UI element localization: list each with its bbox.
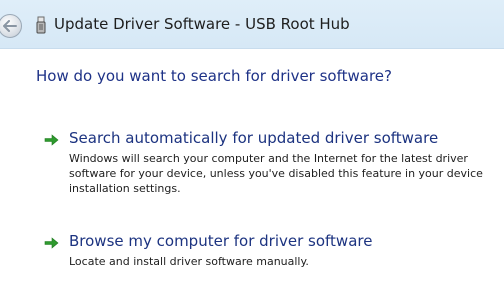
usb-device-icon bbox=[36, 16, 46, 34]
option-title[interactable]: Browse my computer for driver software bbox=[69, 232, 372, 250]
option-description: Locate and install driver software manua… bbox=[69, 255, 309, 268]
title-bar: Update Driver Software - USB Root Hub bbox=[0, 0, 504, 49]
window-title: Update Driver Software - USB Root Hub bbox=[54, 15, 350, 33]
green-arrow-icon bbox=[44, 134, 59, 146]
option-title[interactable]: Search automatically for updated driver … bbox=[69, 129, 438, 147]
back-button[interactable] bbox=[0, 14, 22, 38]
back-arrow-icon bbox=[3, 20, 17, 32]
green-arrow-icon bbox=[44, 237, 59, 249]
update-driver-dialog: Update Driver Software - USB Root Hub Ho… bbox=[0, 0, 504, 293]
option-description: Windows will search your computer and th… bbox=[69, 152, 483, 195]
page-heading: How do you want to search for driver sof… bbox=[36, 67, 392, 85]
